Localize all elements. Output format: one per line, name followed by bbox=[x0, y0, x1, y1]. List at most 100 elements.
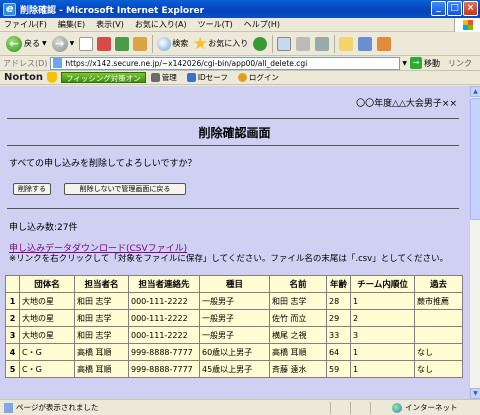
scroll-up-icon[interactable]: ▲ bbox=[470, 86, 480, 97]
menu-file[interactable]: ファイル(F) bbox=[4, 19, 47, 30]
ie-icon bbox=[3, 2, 16, 16]
go-button[interactable]: → 移動 bbox=[410, 57, 440, 69]
back-label: 戻る bbox=[24, 39, 40, 48]
col-header: 名前 bbox=[269, 275, 327, 293]
applications-table: 団体名 担当者名 担当者連絡先 種目 名前 年齢 チーム内順位 過去 1 大地の… bbox=[5, 275, 463, 378]
home-icon[interactable] bbox=[133, 36, 148, 51]
scroll-down-icon[interactable]: ▼ bbox=[470, 388, 480, 399]
divider bbox=[7, 145, 459, 146]
manage-button[interactable]: 管理 bbox=[150, 72, 177, 83]
cell-past: なし bbox=[414, 360, 463, 378]
col-header: 年齢 bbox=[326, 275, 351, 293]
status-bar: ページが表示されました インターネット bbox=[0, 399, 480, 415]
cell-phone: 000-111-2222 bbox=[128, 309, 200, 327]
research-icon[interactable] bbox=[377, 36, 392, 51]
norton-shield-icon bbox=[46, 72, 57, 83]
mail-icon[interactable] bbox=[277, 36, 292, 51]
cell-name: 高橋 耳順 bbox=[269, 343, 327, 361]
table-row: 2 大地の星 和田 志学 000-111-2222 一般男子 佐竹 而立 29 … bbox=[5, 309, 463, 327]
stop-x-icon[interactable] bbox=[97, 36, 112, 51]
menu-bar: ファイル(F) 編集(E) 表示(V) お気に入り(A) ツール(T) ヘルプ(… bbox=[0, 18, 480, 32]
cell-name: 和田 志学 bbox=[269, 292, 327, 310]
page-title: 削除確認画面 bbox=[198, 126, 271, 140]
security-zone: インターネット bbox=[392, 402, 458, 413]
history-icon[interactable] bbox=[253, 36, 268, 51]
cell-event: 一般男子 bbox=[199, 326, 270, 344]
favorites-button[interactable]: お気に入り bbox=[193, 36, 249, 51]
address-input[interactable]: https://x142.secure.ne.jp/~x142026/cgi-b… bbox=[50, 56, 401, 70]
menu-tools[interactable]: ツール(T) bbox=[198, 19, 233, 30]
cell-age: 59 bbox=[326, 360, 351, 378]
close-button[interactable]: × bbox=[463, 1, 478, 16]
star-icon bbox=[193, 36, 207, 50]
status-divider bbox=[330, 401, 331, 414]
divider bbox=[7, 118, 459, 119]
cell-phone: 999-8888-7777 bbox=[128, 343, 200, 361]
norton-logo: Norton bbox=[4, 72, 43, 83]
delete-button[interactable]: 削除する bbox=[13, 183, 51, 195]
menu-help[interactable]: ヘルプ(H) bbox=[244, 19, 280, 30]
scroll-thumb[interactable] bbox=[470, 98, 480, 220]
window-title: 削除確認 - Microsoft Internet Explorer bbox=[20, 5, 205, 16]
phishing-protection-button[interactable]: フィッシング対策オン bbox=[60, 72, 146, 83]
favorites-label: お気に入り bbox=[208, 39, 249, 48]
col-header: 担当者連絡先 bbox=[128, 275, 200, 293]
links-label[interactable]: リンク bbox=[448, 58, 472, 69]
stop-icon[interactable] bbox=[79, 36, 94, 51]
refresh-icon[interactable] bbox=[115, 36, 130, 51]
maximize-button[interactable]: □ bbox=[447, 1, 462, 16]
cell-no: 4 bbox=[5, 343, 20, 361]
menu-view[interactable]: 表示(V) bbox=[96, 19, 124, 30]
cell-phone: 000-111-2222 bbox=[128, 292, 200, 310]
table-header-row: 団体名 担当者名 担当者連絡先 種目 名前 年齢 チーム内順位 過去 bbox=[5, 275, 463, 293]
search-label: 検索 bbox=[172, 39, 189, 48]
confirm-question: すべての申し込みを削除してよろしいですか？ bbox=[9, 159, 197, 169]
go-label: 移動 bbox=[424, 58, 441, 68]
zone-label: インターネット bbox=[405, 403, 458, 412]
back-button[interactable]: ← 戻る ▼ bbox=[6, 35, 47, 52]
col-header: 種目 bbox=[199, 275, 270, 293]
cell-age: 28 bbox=[326, 292, 351, 310]
col-header: チーム内順位 bbox=[350, 275, 415, 293]
cell-event: 45歳以上男子 bbox=[199, 360, 270, 378]
back-to-admin-button[interactable]: 削除しないで管理画面に戻る bbox=[64, 183, 186, 195]
cell-rank: 1 bbox=[350, 292, 415, 310]
vertical-scrollbar[interactable]: ▲ ▼ bbox=[469, 86, 480, 399]
folder-icon[interactable] bbox=[339, 36, 354, 51]
address-url: https://x142.secure.ne.jp/~x142026/cgi-b… bbox=[65, 58, 308, 68]
print-icon[interactable] bbox=[296, 36, 311, 51]
status-divider bbox=[350, 401, 351, 414]
menu-favorites[interactable]: お気に入り(A) bbox=[135, 19, 187, 30]
edit-icon[interactable] bbox=[315, 36, 330, 51]
messenger-icon[interactable] bbox=[358, 36, 373, 51]
col-header: 団体名 bbox=[19, 275, 75, 293]
login-label: ログイン bbox=[248, 73, 279, 82]
cell-name: 斉藤 遠水 bbox=[269, 360, 327, 378]
table-row: 3 大地の星 和田 志学 000-111-2222 一般男子 横尾 之視 33 … bbox=[5, 326, 463, 344]
login-button[interactable]: ログイン bbox=[237, 72, 279, 83]
cell-no: 5 bbox=[5, 360, 20, 378]
cell-age: 29 bbox=[326, 309, 351, 327]
cell-contact-person: 高橋 耳順 bbox=[74, 360, 129, 378]
forward-arrow-icon: → bbox=[51, 35, 68, 52]
cell-rank: 2 bbox=[350, 309, 415, 327]
forward-button[interactable]: → ▼ bbox=[51, 35, 74, 52]
cell-event: 一般男子 bbox=[199, 309, 270, 327]
cell-event: 一般男子 bbox=[199, 292, 270, 310]
cell-past bbox=[414, 309, 463, 327]
search-button[interactable]: 検索 bbox=[157, 36, 189, 51]
cell-rank: 1 bbox=[350, 360, 415, 378]
cell-contact-person: 和田 志学 bbox=[74, 326, 129, 344]
page-done-icon bbox=[4, 402, 13, 413]
search-icon bbox=[157, 36, 172, 51]
back-arrow-icon: ← bbox=[6, 35, 22, 52]
title-bar: 削除確認 - Microsoft Internet Explorer _ □ × bbox=[0, 0, 480, 18]
idsafe-button[interactable]: IDセーフ bbox=[186, 72, 228, 83]
idsafe-icon bbox=[186, 73, 196, 82]
cell-team: C・G bbox=[19, 343, 75, 361]
col-header: 担当者名 bbox=[74, 275, 129, 293]
cell-past bbox=[414, 326, 463, 344]
login-icon bbox=[237, 73, 247, 82]
menu-edit[interactable]: 編集(E) bbox=[58, 19, 85, 30]
minimize-button[interactable]: _ bbox=[431, 1, 446, 16]
